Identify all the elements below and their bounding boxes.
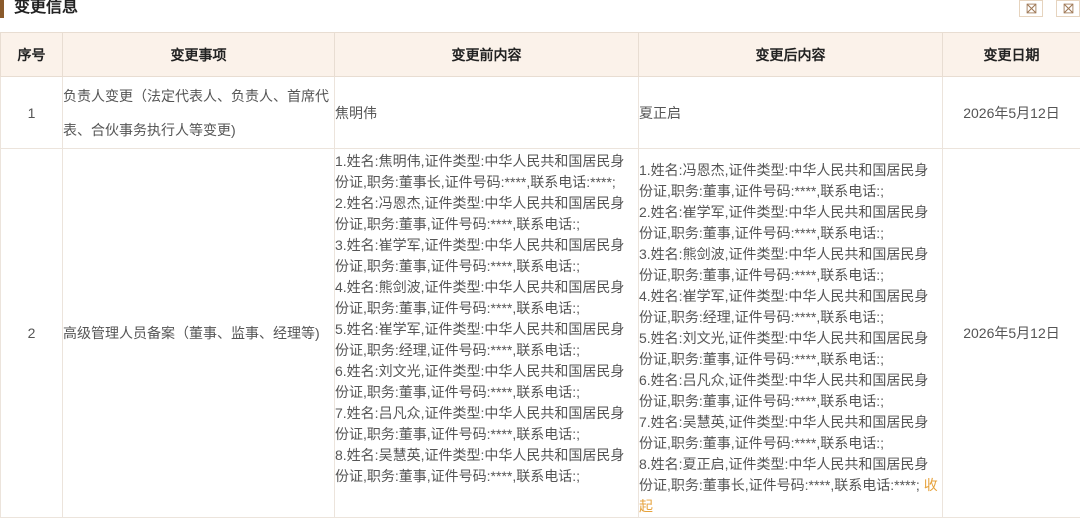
after-entries-list: 1.姓名:冯恩杰,证件类型:中华人民共和国居民身份证,职务:董事,证件号码:**… (639, 160, 942, 517)
table-header-row: 序号 变更事项 变更前内容 变更后内容 变更日期 (1, 33, 1080, 77)
header-change-date: 变更日期 (943, 33, 1080, 77)
table-row: 1 负责人变更（法定代表人、负责人、首席代表、合伙事务执行人等变更) 焦明伟 夏… (1, 77, 1080, 149)
list-item: 7.姓名:吴慧英,证件类型:中华人民共和国居民身份证,职务:董事,证件号码:**… (639, 412, 942, 454)
list-item: 6.姓名:吕凡众,证件类型:中华人民共和国居民身份证,职务:董事,证件号码:**… (639, 370, 942, 412)
row-index: 1 (1, 77, 63, 149)
row-change-item: 负责人变更（法定代表人、负责人、首席代表、合伙事务执行人等变更) (63, 77, 335, 149)
list-item: 7.姓名:吕凡众,证件类型:中华人民共和国居民身份证,职务:董事,证件号码:**… (335, 403, 638, 445)
list-item: 5.姓名:崔学军,证件类型:中华人民共和国居民身份证,职务:经理,证件号码:**… (335, 319, 638, 361)
list-item: 1.姓名:冯恩杰,证件类型:中华人民共和国居民身份证,职务:董事,证件号码:**… (639, 160, 942, 202)
list-item: 3.姓名:熊剑波,证件类型:中华人民共和国居民身份证,职务:董事,证件号码:**… (639, 244, 942, 286)
list-item: 6.姓名:刘文光,证件类型:中华人民共和国居民身份证,职务:董事,证件号码:**… (335, 361, 638, 403)
header-index: 序号 (1, 33, 63, 77)
row-after-content: 1.姓名:冯恩杰,证件类型:中华人民共和国居民身份证,职务:董事,证件号码:**… (639, 149, 943, 518)
list-item: 3.姓名:崔学军,证件类型:中华人民共和国居民身份证,职务:董事,证件号码:**… (335, 235, 638, 277)
header-after-content: 变更后内容 (639, 33, 943, 77)
list-item: 8.姓名:夏正启,证件类型:中华人民共和国居民身份证,职务:董事长,证件号码:*… (639, 454, 942, 517)
header-before-content: 变更前内容 (335, 33, 639, 77)
row-after-content: 夏正启 (639, 77, 943, 149)
list-item: 8.姓名:吴慧英,证件类型:中华人民共和国居民身份证,职务:董事,证件号码:**… (335, 445, 638, 487)
change-info-table: 序号 变更事项 变更前内容 变更后内容 变更日期 1 负责人变更（法定代表人、负… (0, 32, 1080, 518)
row-before-content: 1.姓名:焦明伟,证件类型:中华人民共和国居民身份证,职务:董事长,证件号码:*… (335, 149, 639, 518)
row-change-date: 2026年5月12日 (943, 77, 1080, 149)
section-header: 变更信息 (0, 0, 1080, 22)
row-index: 2 (1, 149, 63, 518)
list-item: 4.姓名:崔学军,证件类型:中华人民共和国居民身份证,职务:经理,证件号码:**… (639, 286, 942, 328)
row-change-date: 2026年5月12日 (943, 149, 1080, 518)
expand-icon[interactable] (1019, 0, 1043, 17)
row-change-item: 高级管理人员备案（董事、监事、经理等) (63, 149, 335, 518)
list-item: 4.姓名:熊剑波,证件类型:中华人民共和国居民身份证,职务:董事,证件号码:**… (335, 277, 638, 319)
list-item: 5.姓名:刘文光,证件类型:中华人民共和国居民身份证,职务:董事,证件号码:**… (639, 328, 942, 370)
table-row: 2 高级管理人员备案（董事、监事、经理等) 1.姓名:焦明伟,证件类型:中华人民… (1, 149, 1080, 518)
list-item: 2.姓名:崔学军,证件类型:中华人民共和国居民身份证,职务:董事,证件号码:**… (639, 202, 942, 244)
list-item: 2.姓名:冯恩杰,证件类型:中华人民共和国居民身份证,职务:董事,证件号码:**… (335, 193, 638, 235)
row-before-content: 焦明伟 (335, 77, 639, 149)
list-item: 1.姓名:焦明伟,证件类型:中华人民共和国居民身份证,职务:董事长,证件号码:*… (335, 151, 638, 193)
close-icon[interactable] (1056, 0, 1080, 17)
before-entries-list: 1.姓名:焦明伟,证件类型:中华人民共和国居民身份证,职务:董事长,证件号码:*… (335, 151, 638, 487)
header-accent-bar (0, 0, 4, 18)
section-title: 变更信息 (14, 0, 78, 19)
header-change-item: 变更事项 (63, 33, 335, 77)
list-item-text: 8.姓名:夏正启,证件类型:中华人民共和国居民身份证,职务:董事长,证件号码:*… (639, 456, 928, 493)
